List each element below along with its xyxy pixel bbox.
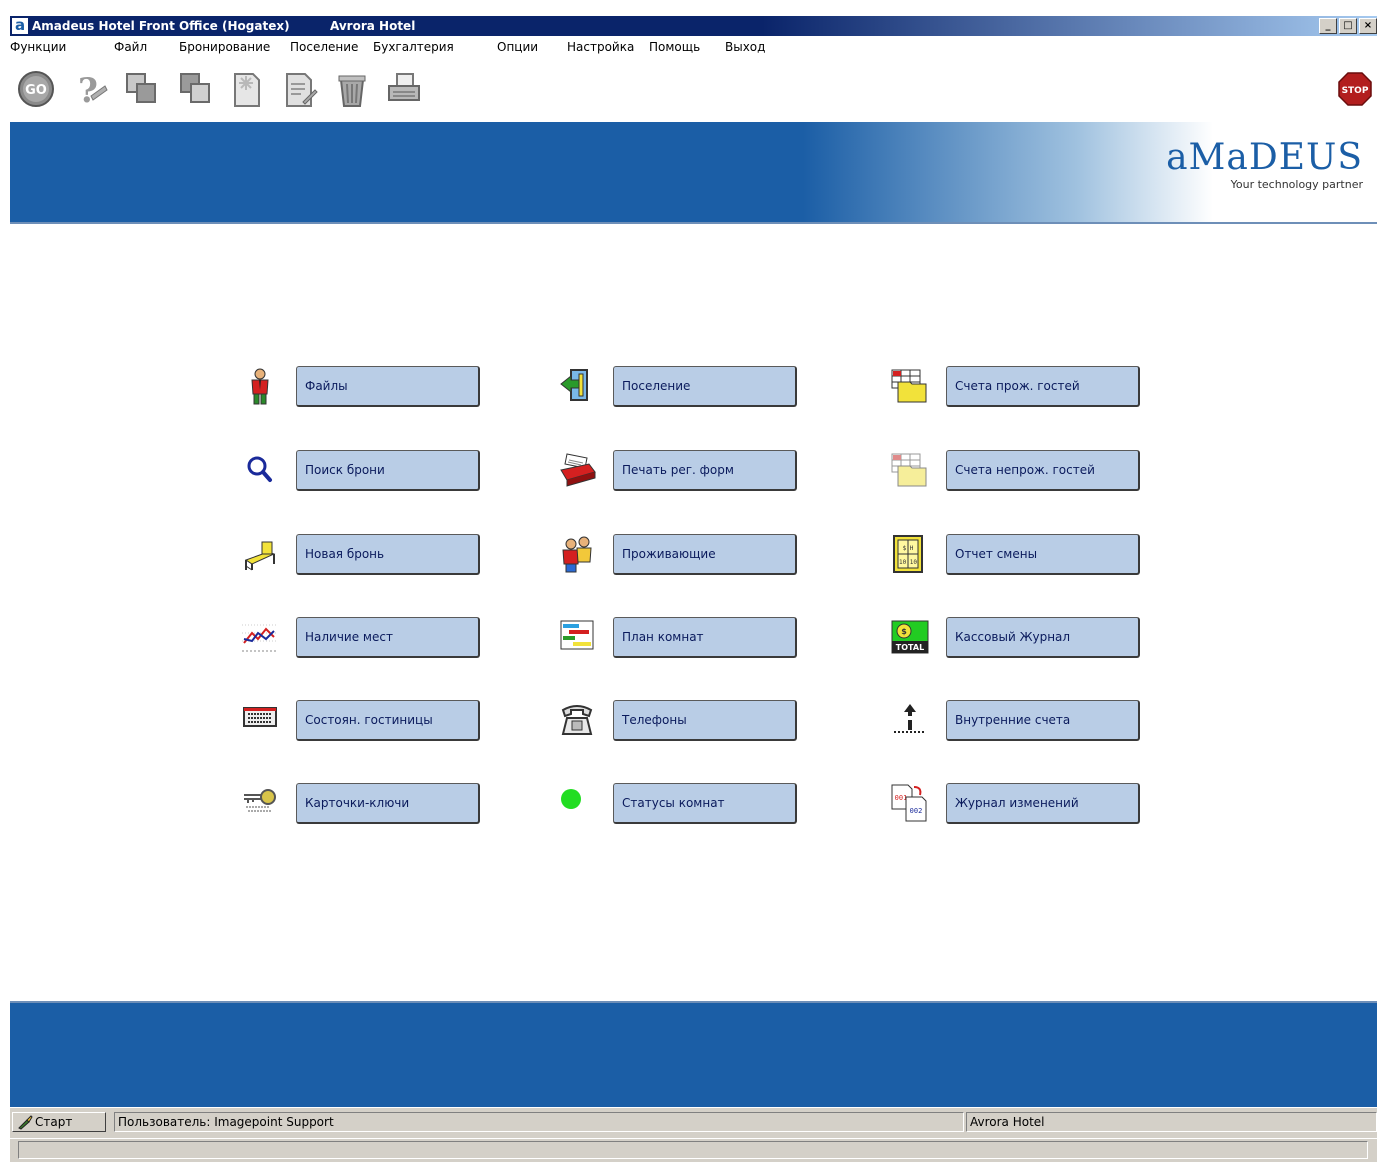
line-chart-icon[interactable] <box>240 617 280 657</box>
room-status-button[interactable]: Статусы комнат <box>613 783 797 824</box>
window-title: Amadeus Hotel Front Office (Hogatex) <box>32 19 290 33</box>
new-reservation-button[interactable]: Новая бронь <box>296 534 480 575</box>
folder-grid-faded-icon[interactable] <box>890 450 930 490</box>
go-label: GO <box>25 83 47 98</box>
amadeus-app-icon[interactable]: a <box>12 18 28 34</box>
shift-report-button[interactable]: Отчет смены <box>946 534 1140 575</box>
total-icon[interactable]: $ TOTAL <box>890 617 930 657</box>
non-resident-accounts-button[interactable]: Счета непрож. гостей <box>946 450 1140 491</box>
minimize-button[interactable]: _ <box>1319 18 1337 34</box>
menu-exit[interactable]: Выход <box>725 40 765 54</box>
window-hotel-name: Avrora Hotel <box>330 19 416 33</box>
menu-bar: Функции Файл Бронирование Поселение Бухг… <box>10 36 1377 59</box>
start-button[interactable]: Старт <box>12 1112 106 1132</box>
menu-accounting[interactable]: Бухгалтерия <box>373 40 454 54</box>
toolbar: GO ? STOP <box>10 58 1377 122</box>
key-icon[interactable] <box>240 783 280 823</box>
stop-icon[interactable]: STOP <box>1337 69 1373 109</box>
in-house-guests-button[interactable]: Проживающие <box>613 534 797 575</box>
start-icon <box>17 1114 33 1135</box>
internal-accounts-icon[interactable] <box>890 700 930 740</box>
printer-form-icon[interactable] <box>557 450 597 490</box>
total-icon-dollar: $ <box>901 627 907 636</box>
files-button[interactable]: Файлы <box>296 366 480 407</box>
person-icon[interactable] <box>240 366 280 406</box>
edit-document-icon[interactable] <box>280 69 320 109</box>
menu-functions[interactable]: Функции <box>10 40 66 54</box>
amadeus-logo: aMaDEUS <box>1166 137 1363 178</box>
folder-grid-icon[interactable] <box>890 366 930 406</box>
search-reservation-button[interactable]: Поиск брони <box>296 450 480 491</box>
magnifier-icon[interactable] <box>240 450 280 490</box>
go-icon[interactable]: GO <box>16 69 56 109</box>
key-cards-button[interactable]: Карточки-ключи <box>296 783 480 824</box>
availability-button[interactable]: Наличие мест <box>296 617 480 658</box>
menu-help[interactable]: Помощь <box>649 40 700 54</box>
bottom-status-field <box>18 1141 1368 1159</box>
shift-report-icon-top: $ H <box>903 545 914 552</box>
help-icon[interactable]: ? <box>70 69 110 109</box>
status-hotel: Avrora Hotel <box>966 1112 1377 1132</box>
trash-icon[interactable] <box>332 69 372 109</box>
menu-check-in[interactable]: Поселение <box>290 40 358 54</box>
green-dot-icon[interactable] <box>557 783 597 823</box>
phones-button[interactable]: Телефоны <box>613 700 797 741</box>
change-log-button[interactable]: Журнал изменений <box>946 783 1140 824</box>
status-bar: Старт Пользователь: Imagepoint Support A… <box>10 1108 1377 1138</box>
copy-icon[interactable] <box>122 69 162 109</box>
total-icon-label: TOTAL <box>896 643 924 652</box>
footer-banner <box>10 1001 1377 1107</box>
guests-icon[interactable] <box>557 534 597 574</box>
bottom-strip <box>10 1138 1377 1162</box>
brand-tagline: Your technology partner <box>1230 178 1363 191</box>
stop-label: STOP <box>1342 86 1369 96</box>
change-log-icon[interactable]: 001 002 <box>890 783 930 823</box>
print-reg-forms-button[interactable]: Печать рег. форм <box>613 450 797 491</box>
check-in-button[interactable]: Поселение <box>613 366 797 407</box>
bed-icon[interactable] <box>240 534 280 574</box>
building-icon[interactable] <box>240 700 280 740</box>
window-controls: _ □ × <box>1317 18 1377 34</box>
change-log-icon-a: 001 <box>895 794 908 802</box>
room-plan-icon[interactable] <box>557 617 597 657</box>
change-log-icon-b: 002 <box>910 807 923 815</box>
app-window: a Amadeus Hotel Front Office (Hogatex) A… <box>10 16 1377 1162</box>
new-document-icon[interactable] <box>226 69 266 109</box>
banner-divider <box>10 222 1377 224</box>
in-house-accounts-button[interactable]: Счета прож. гостей <box>946 366 1140 407</box>
menu-settings[interactable]: Настройка <box>567 40 634 54</box>
room-plan-button[interactable]: План комнат <box>613 617 797 658</box>
cash-journal-button[interactable]: Кассовый Журнал <box>946 617 1140 658</box>
phone-icon[interactable] <box>557 700 597 740</box>
close-button[interactable]: × <box>1359 18 1377 34</box>
shift-report-icon[interactable]: $ H 10 10 <box>890 534 930 574</box>
internal-accounts-button[interactable]: Внутренние счета <box>946 700 1140 741</box>
door-icon[interactable] <box>557 366 597 406</box>
amadeus-brand: aMaDEUS Your technology partner <box>1166 137 1363 192</box>
title-bar[interactable]: a Amadeus Hotel Front Office (Hogatex) A… <box>10 16 1377 36</box>
printer-icon[interactable] <box>384 69 424 109</box>
menu-file[interactable]: Файл <box>114 40 147 54</box>
status-user: Пользователь: Imagepoint Support <box>114 1112 964 1132</box>
svg-text:?: ? <box>78 71 98 108</box>
start-label: Старт <box>35 1115 73 1129</box>
maximize-button[interactable]: □ <box>1339 18 1357 34</box>
menu-options[interactable]: Опции <box>497 40 538 54</box>
hotel-status-button[interactable]: Состоян. гостиницы <box>296 700 480 741</box>
shift-report-icon-bottom: 10 10 <box>899 559 917 566</box>
menu-reservations[interactable]: Бронирование <box>179 40 270 54</box>
paste-icon[interactable] <box>176 69 216 109</box>
